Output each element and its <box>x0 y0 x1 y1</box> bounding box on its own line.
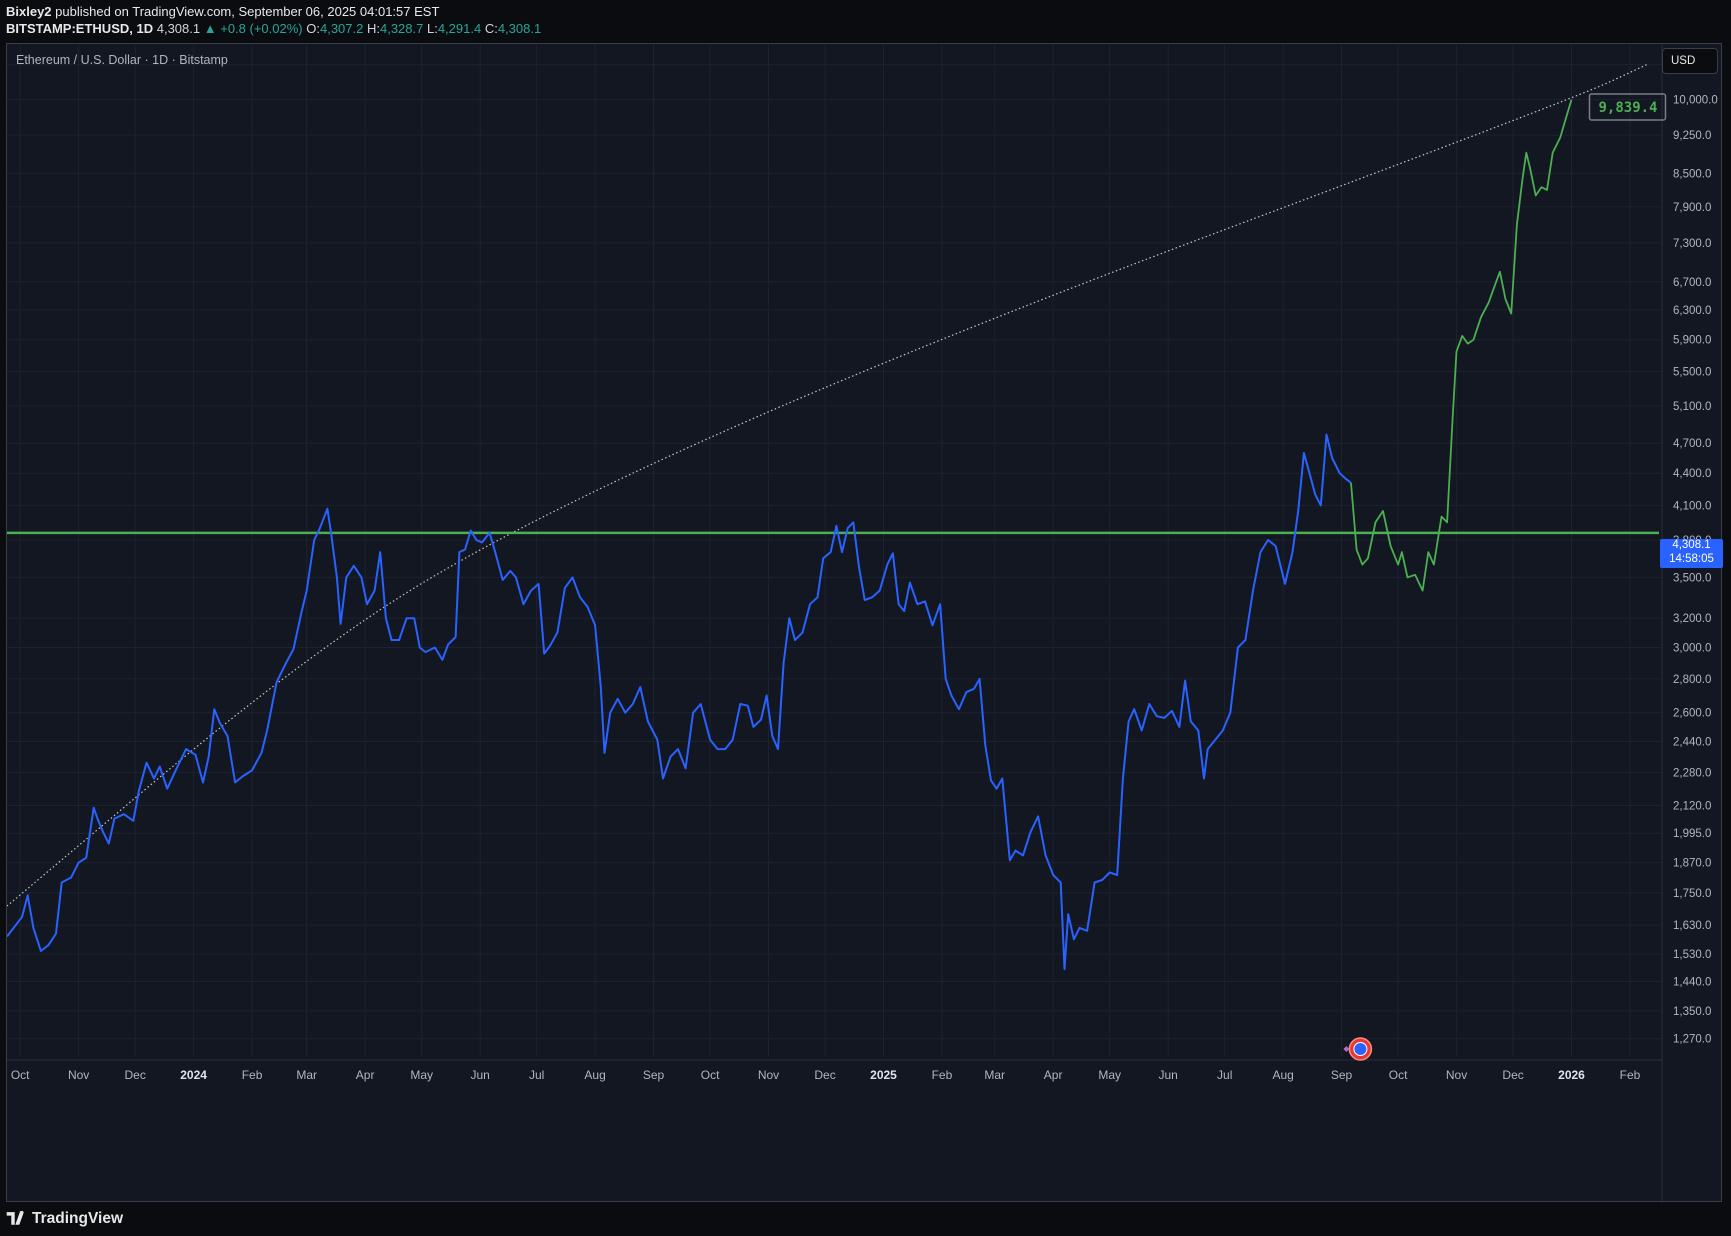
x-tick-label: Oct <box>11 1068 30 1082</box>
y-tick-label: 1,440.0 <box>1673 977 1711 989</box>
y-tick-label: 9,250.0 <box>1673 130 1711 142</box>
y-tick-label: 2,600.0 <box>1673 708 1711 720</box>
open-label: O: <box>306 21 320 36</box>
x-tick-label: Feb <box>242 1068 263 1082</box>
y-tick-label: 10,000.0 <box>1673 95 1718 107</box>
y-tick-label: 1,350.0 <box>1673 1006 1711 1018</box>
y-tick-label: 5,900.0 <box>1673 335 1711 347</box>
x-tick-label: Jun <box>470 1068 489 1082</box>
x-tick-label: Aug <box>1272 1068 1293 1082</box>
current-price-tag: 4,308.1 14:58:05 <box>1660 539 1723 568</box>
x-tick-label: 2025 <box>870 1068 897 1082</box>
x-tick-label: Mar <box>984 1068 1005 1082</box>
x-tick-label: Oct <box>701 1068 720 1082</box>
y-tick-label: 4,700.0 <box>1673 438 1711 450</box>
sparkle-icon <box>1343 1046 1350 1052</box>
x-tick-label: Sep <box>1331 1068 1353 1082</box>
y-tick-label: 1,630.0 <box>1673 920 1711 932</box>
y-tick-label: 2,440.0 <box>1673 737 1711 749</box>
y-tick-label: 1,750.0 <box>1673 888 1711 900</box>
y-tick-label: 4,400.0 <box>1673 468 1711 480</box>
chart-title: Ethereum / U.S. Dollar · 1D · Bitstamp <box>16 53 228 67</box>
tradingview-logo-icon <box>6 1211 24 1225</box>
x-tick-label: Nov <box>68 1068 89 1082</box>
x-tick-label: Oct <box>1389 1068 1408 1082</box>
y-tick-label: 5,500.0 <box>1673 367 1711 379</box>
x-tick-label: Feb <box>1620 1068 1641 1082</box>
close-label: C: <box>484 21 498 36</box>
eth-price-line <box>7 433 1352 971</box>
y-tick-label: 5,100.0 <box>1673 401 1711 413</box>
target-label: 9,839.4 <box>1598 100 1657 116</box>
x-tick-label: 2026 <box>1558 1068 1585 1082</box>
price-change: +0.8 (+0.02%) <box>220 21 303 36</box>
price-chart[interactable]: 1,270.0 1,350.0 1,440.0 1,530.0 1,630.0 1,750… <box>7 44 1723 1203</box>
open-value: 4,307.2 <box>319 21 364 36</box>
publisher-line: Bixley2 published on TradingView.com, Se… <box>6 3 541 20</box>
publisher-username[interactable]: Bixley2 <box>6 4 52 19</box>
y-tick-label: 4,100.0 <box>1673 500 1711 512</box>
chart-header: Bixley2 published on TradingView.com, Se… <box>6 3 541 41</box>
chart-pane[interactable]: 1,270.0 1,350.0 1,440.0 1,530.0 1,630.0 1,750… <box>6 43 1723 1203</box>
y-tick-label: 3,200.0 <box>1673 613 1711 625</box>
y-tick-label: 1,995.0 <box>1673 828 1711 840</box>
x-tick-label: Feb <box>932 1068 953 1082</box>
y-tick-label: 2,280.0 <box>1673 767 1711 779</box>
x-tick-label: May <box>1098 1068 1121 1082</box>
x-tick-label: Nov <box>1446 1068 1467 1082</box>
y-tick-label: 2,120.0 <box>1673 801 1711 813</box>
y-tick-label: 1,270.0 <box>1673 1034 1711 1046</box>
x-tick-label: May <box>410 1068 433 1082</box>
bar-countdown: 14:58:05 <box>1669 552 1714 565</box>
event-globe-icon <box>1353 1042 1368 1056</box>
x-tick-label: Apr <box>1044 1068 1063 1082</box>
y-tick-label: 3,000.0 <box>1673 643 1711 655</box>
x-tick-label: Dec <box>1502 1068 1523 1082</box>
low-value: 4,291.4 <box>437 21 482 36</box>
x-tick-label: 2024 <box>180 1068 207 1082</box>
x-tick-label: Jul <box>529 1068 544 1082</box>
x-tick-label: Jun <box>1158 1068 1177 1082</box>
high-label: H: <box>366 21 380 36</box>
y-tick-label: 7,300.0 <box>1673 238 1711 250</box>
y-tick-label: 3,500.0 <box>1673 572 1711 584</box>
x-tick-label: Nov <box>758 1068 779 1082</box>
y-tick-label: 7,900.0 <box>1673 202 1711 214</box>
ohlc-line: BITSTAMP:ETHUSD, 1D 4,308.1 ▲ +0.8 (+0.0… <box>6 20 541 37</box>
y-tick-label: 1,530.0 <box>1673 949 1711 961</box>
currency-button[interactable]: USD <box>1662 48 1718 74</box>
x-tick-label: Dec <box>125 1068 146 1082</box>
x-tick-label: Sep <box>643 1068 665 1082</box>
x-tick-label: Mar <box>296 1068 317 1082</box>
high-value: 4,328.7 <box>379 21 424 36</box>
x-tick-label: Dec <box>814 1068 835 1082</box>
y-tick-label: 2,800.0 <box>1673 674 1711 686</box>
brand-name: TradingView <box>32 1210 124 1227</box>
y-tick-label: 8,500.0 <box>1673 169 1711 181</box>
x-tick-label: Jul <box>1217 1068 1232 1082</box>
y-tick-label: 6,300.0 <box>1673 305 1711 317</box>
y-tick-label: 6,700.0 <box>1673 277 1711 289</box>
symbol-label: BITSTAMP:ETHUSD, 1D <box>6 21 154 36</box>
up-arrow-icon: ▲ <box>203 21 217 36</box>
current-price-value: 4,308.1 <box>1672 539 1711 551</box>
publish-info: published on TradingView.com, September … <box>51 4 440 19</box>
y-tick-label: 1,870.0 <box>1673 858 1711 870</box>
tradingview-brand[interactable]: TradingView <box>6 1206 123 1232</box>
last-price: 4,308.1 <box>156 21 201 36</box>
curved-trendline <box>7 64 1648 907</box>
close-value: 4,308.1 <box>497 21 542 36</box>
x-tick-label: Apr <box>356 1068 375 1082</box>
x-tick-label: Aug <box>584 1068 605 1082</box>
low-label: L: <box>426 21 438 36</box>
